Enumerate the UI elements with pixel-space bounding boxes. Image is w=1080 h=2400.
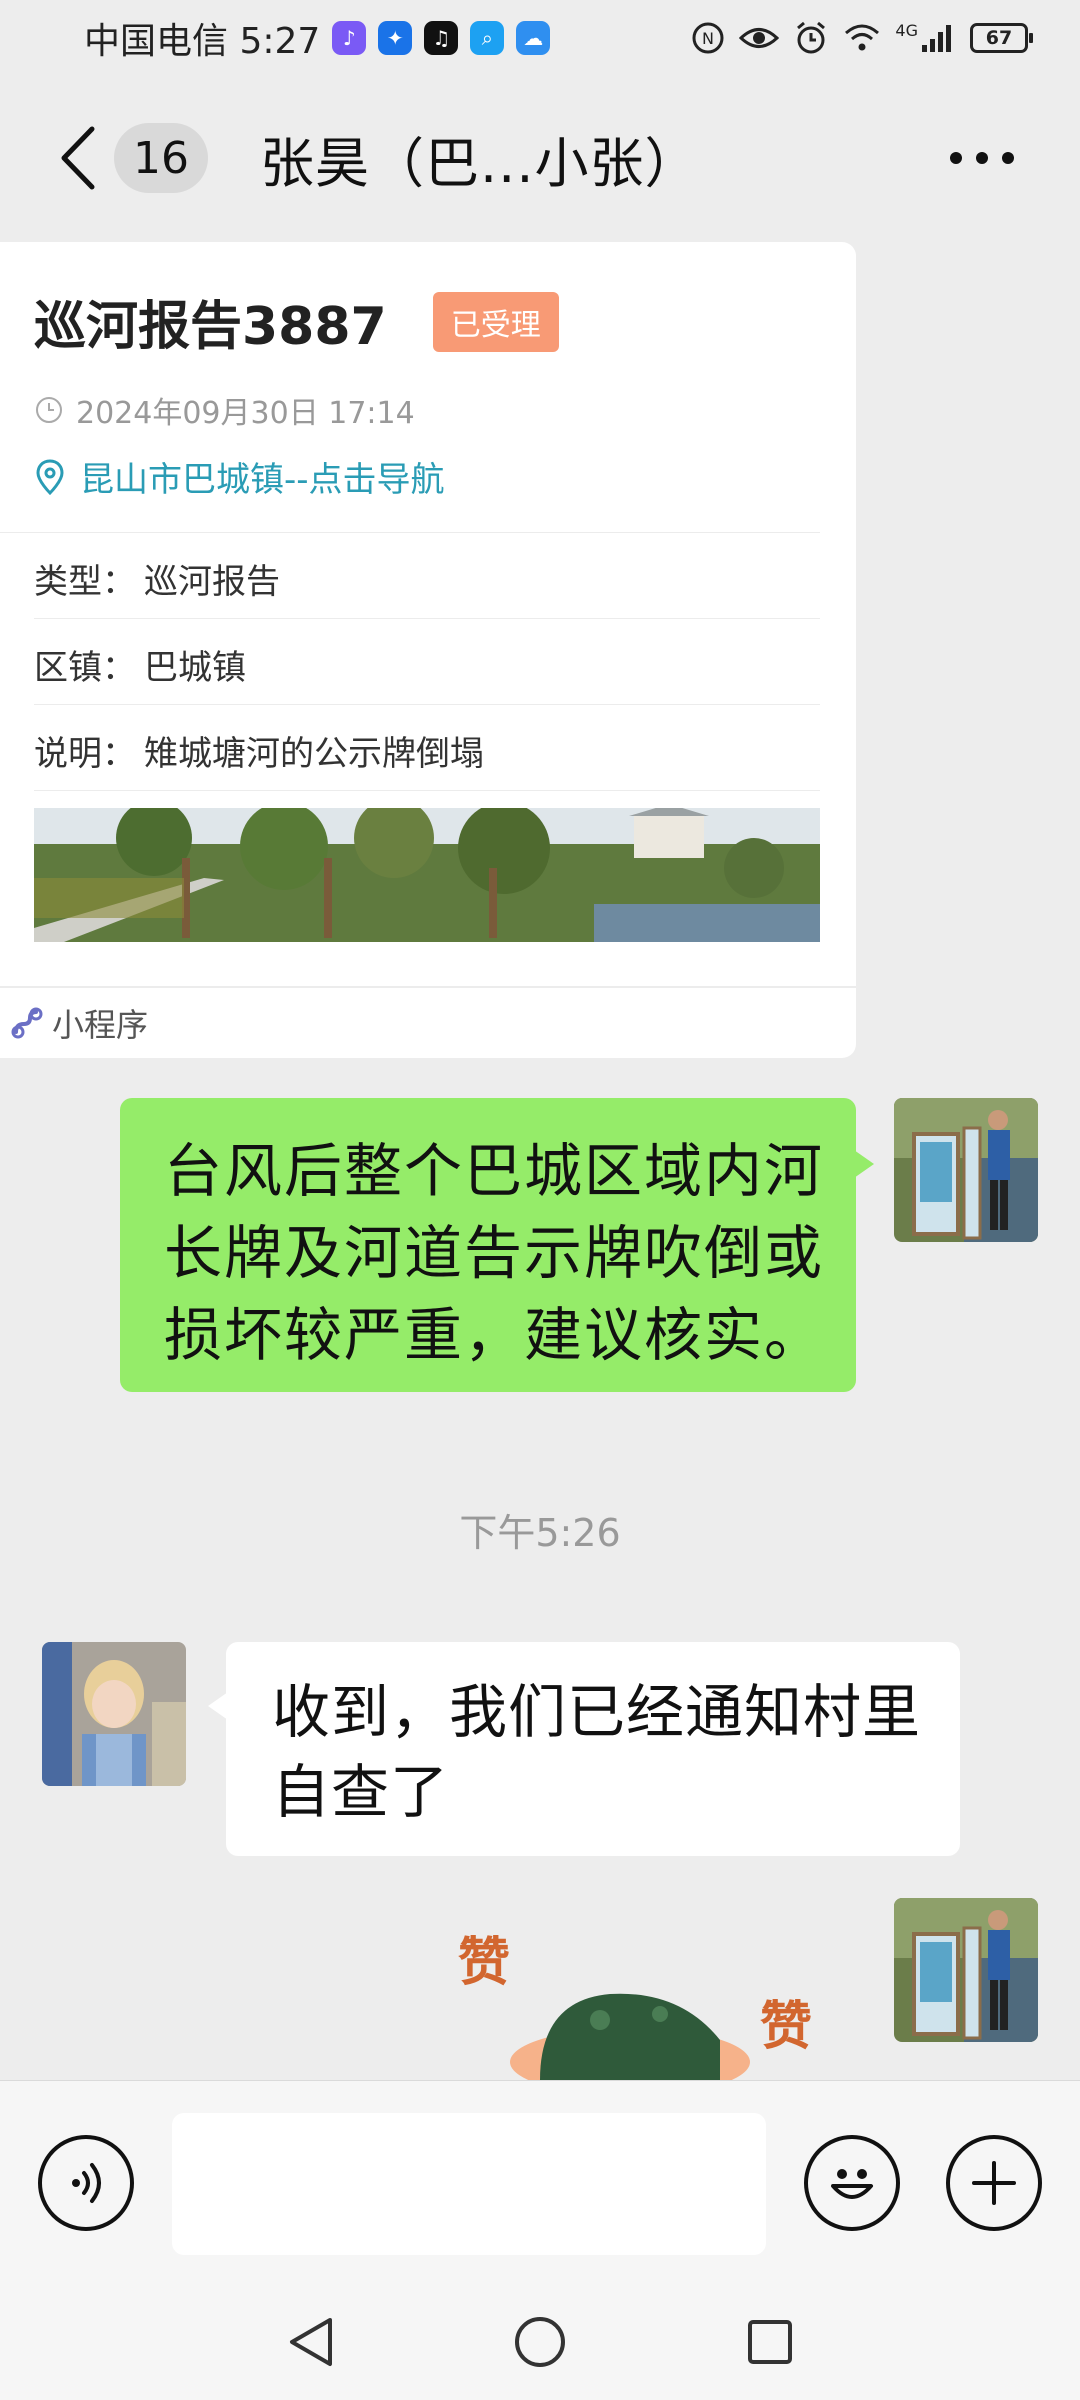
location-pin-icon <box>36 458 64 495</box>
plus-icon <box>972 2161 1016 2205</box>
status-right: N 4G 67 <box>691 20 1033 56</box>
more-dots-icon <box>976 152 988 164</box>
mini-program-footer: 小程序 <box>0 986 856 1058</box>
nav-back-button[interactable] <box>280 2312 340 2372</box>
info-label: 类型： <box>34 562 136 602</box>
wifi-icon <box>845 24 880 51</box>
mini-program-icon <box>11 1007 43 1039</box>
chat-header: 16 张昊（巴...小张） <box>0 76 1080 240</box>
river-photo-image <box>34 808 820 942</box>
status-left: 中国电信 5:27 ♪ ✦ ♫ ⌕ ☁ <box>84 12 551 64</box>
search-app-icon: ⌕ <box>470 21 505 55</box>
outgoing-message-bubble[interactable]: 台风后整个巴城区域内河 长牌及河道告示牌吹倒或 损坏较严重，建议核实。 <box>120 1098 874 1392</box>
emoji-button[interactable] <box>804 2135 900 2231</box>
info-row-description: 说明： 雉城塘河的公示牌倒塌 <box>34 726 484 775</box>
square-recents-icon <box>748 2320 792 2364</box>
chat-message-list[interactable]: 巡河报告3887 已受理 2024年09月30日 17:14 昆山市巴城镇--点… <box>0 240 1080 2080</box>
status-badge: 已受理 <box>432 291 559 352</box>
message-timestamp: 下午5:26 <box>459 1511 621 1555</box>
nfc-icon: N <box>692 22 724 54</box>
message-line: 自查了 <box>272 1758 450 1826</box>
weather-app-icon: ☁ <box>516 21 551 55</box>
avatar-image <box>42 1642 186 1786</box>
back-button[interactable]: 16 <box>56 123 208 193</box>
network-type: 4G <box>895 20 918 40</box>
message-line: 损坏较严重，建议核实。 <box>164 1301 825 1369</box>
report-datetime: 2024年09月30日 17:14 <box>34 388 415 432</box>
status-bar: 中国电信 5:27 ♪ ✦ ♫ ⌕ ☁ N 4G 67 <box>0 0 1080 76</box>
message-line: 长牌及河道告示牌吹倒或 <box>164 1219 825 1287</box>
info-label: 说明： <box>34 734 136 774</box>
mini-program-card[interactable]: 巡河报告3887 已受理 2024年09月30日 17:14 昆山市巴城镇--点… <box>0 242 856 1058</box>
bulb-app-icon: ✦ <box>378 21 413 55</box>
my-avatar[interactable] <box>894 1898 1038 2042</box>
info-row-district: 区镇： 巴城镇 <box>34 640 246 689</box>
more-dots-icon <box>1002 152 1014 164</box>
my-avatar[interactable] <box>894 1098 1038 1242</box>
report-title: 巡河报告3887 <box>34 297 387 357</box>
divider <box>34 790 820 791</box>
card-header: 巡河报告3887 已受理 <box>34 284 559 359</box>
battery-icon: 67 <box>970 23 1033 53</box>
plus-button[interactable] <box>946 2135 1042 2231</box>
divider <box>34 618 820 619</box>
music-app-icon: ♪ <box>332 21 367 55</box>
info-label: 区镇： <box>34 648 136 688</box>
emoji-icon <box>831 2169 873 2199</box>
system-navigation-bar <box>0 2284 1080 2400</box>
divider <box>34 704 820 705</box>
message-line: 收到，我们已经通知村里 <box>272 1678 922 1746</box>
nav-home-button[interactable] <box>510 2312 570 2372</box>
mini-program-label: 小程序 <box>52 1006 149 1044</box>
voice-button[interactable] <box>38 2135 134 2231</box>
info-row-type: 类型： 巡河报告 <box>34 554 280 603</box>
avatar-image <box>894 1898 1038 2042</box>
message-input[interactable] <box>172 2113 766 2255</box>
signal-icon <box>922 25 951 52</box>
nav-recents-button[interactable] <box>740 2312 800 2372</box>
more-dots-icon <box>950 152 962 164</box>
message-line: 台风后整个巴城区域内河 <box>164 1137 825 1205</box>
unread-count-badge: 16 <box>114 123 208 193</box>
carrier-time: 中国电信 5:27 <box>84 21 321 62</box>
voice-icon <box>72 2163 101 2203</box>
report-datetime-text: 2024年09月30日 17:14 <box>76 396 415 431</box>
eye-comfort-icon <box>739 28 780 48</box>
location-text: 昆山市巴城镇--点击导航 <box>80 460 445 500</box>
chat-title: 张昊（巴...小张） <box>260 131 700 195</box>
info-value: 雉城塘河的公示牌倒塌 <box>144 734 484 774</box>
contact-avatar[interactable] <box>42 1642 186 1786</box>
info-value: 巴城镇 <box>144 648 246 688</box>
avatar-image <box>894 1098 1038 1242</box>
divider <box>0 532 820 533</box>
info-value: 巡河报告 <box>144 562 280 602</box>
river-photo[interactable] <box>34 808 820 942</box>
triangle-back-icon <box>290 2318 332 2366</box>
sticker-image <box>510 1993 750 2080</box>
more-button[interactable] <box>940 142 1024 174</box>
svg-text:N: N <box>702 29 714 48</box>
chevron-left-icon <box>61 126 95 190</box>
circle-home-icon <box>515 2317 565 2367</box>
alarm-icon <box>797 21 826 54</box>
sticker-message[interactable]: 赞 赞 <box>420 1920 840 2080</box>
battery-level: 67 <box>985 27 1013 49</box>
location-link[interactable]: 昆山市巴城镇--点击导航 <box>36 452 445 501</box>
incoming-message-bubble[interactable]: 收到，我们已经通知村里 自查了 <box>208 1642 960 1856</box>
message-input-bar <box>0 2080 1080 2284</box>
clock-icon <box>36 397 62 423</box>
tiktok-app-icon: ♫ <box>424 21 459 55</box>
